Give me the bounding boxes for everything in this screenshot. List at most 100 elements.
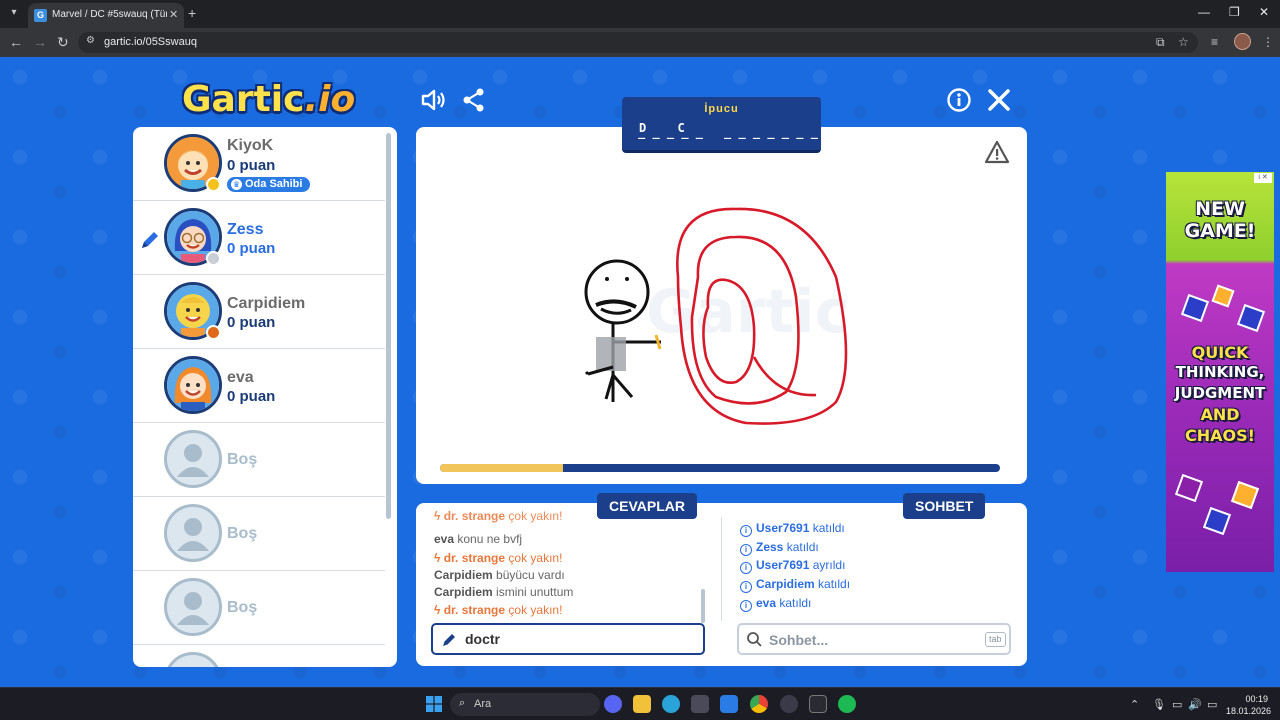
tab-close-icon[interactable]: ✕ xyxy=(169,8,178,21)
info-icon: i xyxy=(740,544,752,556)
empty-slot-label: Boş xyxy=(227,451,258,468)
forward-icon[interactable]: → xyxy=(33,34,47,50)
status-dot xyxy=(206,325,221,340)
ad-banner[interactable]: NEW GAME! QUICK THINKING, JUDGMENT AND C… xyxy=(1166,172,1274,572)
pencil-icon xyxy=(443,634,455,646)
discord-icon[interactable] xyxy=(604,695,622,713)
drawing-pencil-icon xyxy=(142,232,158,248)
player-name: KiyoK xyxy=(227,137,274,154)
player-name: Zess xyxy=(227,221,264,238)
store-icon[interactable] xyxy=(691,695,709,713)
browser-tab-bar: ▾ G Marvel / DC #5swauq (Türk ✕ + — ❐ ✕ xyxy=(0,0,1280,28)
tray-overflow-icon[interactable]: ⌃ xyxy=(1130,698,1139,711)
volume-icon[interactable]: 🔊 xyxy=(1188,698,1202,711)
reading-list-icon[interactable]: ≡ xyxy=(1211,35,1218,49)
empty-slot: Boş xyxy=(133,571,385,645)
answer-message: ϟ dr. strange çok yakın! xyxy=(434,551,563,565)
minimize-icon[interactable]: — xyxy=(1198,5,1210,19)
mail-icon[interactable] xyxy=(720,695,738,713)
bolt-icon: ϟ xyxy=(434,509,441,523)
tab-answers[interactable]: CEVAPLAR xyxy=(597,493,697,519)
epic-games-icon[interactable] xyxy=(809,695,827,713)
file-explorer-icon[interactable] xyxy=(633,695,651,713)
answer-message: Carpidiem ismini unuttum xyxy=(434,585,574,599)
chat-message: i User7691 katıldı xyxy=(740,521,845,537)
browser-toolbar: ← → ↻ ⚙ gartic.io/05Sswauq ⧉ ☆ ≡ ⋮ xyxy=(0,28,1280,57)
player-name: Carpidiem xyxy=(227,295,306,312)
round-timer-fill xyxy=(440,464,564,472)
answers-scrollbar[interactable] xyxy=(701,589,705,623)
report-warning-icon[interactable] xyxy=(984,140,1010,164)
answer-input[interactable] xyxy=(465,629,695,649)
url-text: gartic.io/05Sswauq xyxy=(104,36,197,48)
microphone-icon[interactable]: 🎙 xyxy=(1152,698,1166,711)
empty-slot: Boş xyxy=(133,497,385,571)
empty-avatar-icon xyxy=(164,578,222,636)
chat-input[interactable] xyxy=(769,630,969,650)
search-icon xyxy=(747,632,762,647)
players-scrollbar[interactable] xyxy=(386,133,391,519)
chat-message: i Zess katıldı xyxy=(740,540,819,556)
answer-field[interactable] xyxy=(431,623,705,655)
empty-avatar-icon xyxy=(164,430,222,488)
battery-icon[interactable]: ▭ xyxy=(1207,698,1217,711)
back-icon[interactable]: ← xyxy=(9,34,23,50)
windows-start-icon[interactable] xyxy=(426,696,442,712)
edge-icon[interactable] xyxy=(662,695,680,713)
new-tab-icon[interactable]: + xyxy=(188,5,196,21)
address-bar[interactable]: ⚙ gartic.io/05Sswauq xyxy=(78,32,1198,53)
hint-label: İpucu xyxy=(704,103,739,115)
player-score: 0 puan xyxy=(227,388,276,405)
player-score: 0 puan xyxy=(227,240,276,257)
bolt-icon: ϟ xyxy=(434,603,441,617)
install-app-icon[interactable]: ⧉ xyxy=(1156,35,1165,50)
chat-area: ϟ dr. strange çok yakın! eva konu ne bvf… xyxy=(416,503,1027,666)
chat-divider xyxy=(721,517,722,621)
player-score: 0 puan xyxy=(227,157,276,174)
tab-list-icon[interactable]: ▾ xyxy=(6,5,22,21)
answer-message: Carpidiem büyücu vardı xyxy=(434,568,565,582)
round-timer-bar xyxy=(440,464,1000,472)
window-close-icon[interactable]: ✕ xyxy=(1259,5,1269,19)
chrome-icon[interactable] xyxy=(750,695,768,713)
empty-slot: Boş xyxy=(133,423,385,497)
bookmark-star-icon[interactable]: ☆ xyxy=(1178,35,1189,49)
crown-icon: ♛ xyxy=(231,179,242,190)
empty-avatar-icon xyxy=(164,504,222,562)
info-icon: i xyxy=(740,581,752,593)
player-score: 0 puan xyxy=(227,314,276,331)
browser-tab[interactable]: G Marvel / DC #5swauq (Türk ✕ xyxy=(28,3,184,28)
spotify-icon[interactable] xyxy=(838,695,856,713)
status-dot xyxy=(206,251,221,266)
reload-icon[interactable]: ↻ xyxy=(57,34,69,51)
info-icon: i xyxy=(740,562,752,574)
ad-choices-icon[interactable]: i ✕ xyxy=(1254,173,1272,183)
share-icon[interactable] xyxy=(460,86,488,114)
drawing: Gartic xyxy=(584,207,850,425)
taskbar-clock[interactable]: 00:19 18.01.2026 xyxy=(1226,693,1271,717)
tab-title: Marvel / DC #5swauq (Türk xyxy=(52,9,167,20)
menu-icon[interactable]: ⋮ xyxy=(1262,35,1274,49)
steam-icon[interactable] xyxy=(780,695,798,713)
chat-message: i eva katıldı xyxy=(740,596,811,612)
profile-avatar[interactable] xyxy=(1234,33,1251,50)
sound-icon[interactable] xyxy=(419,86,447,114)
tab-chat[interactable]: SOHBET xyxy=(903,493,986,519)
status-dot xyxy=(206,177,221,192)
chat-message: i User7691 ayrıldı xyxy=(740,558,845,574)
info-icon: i xyxy=(740,525,752,537)
restore-icon[interactable]: ❐ xyxy=(1229,5,1240,19)
site-info-icon[interactable]: ⚙ xyxy=(86,35,95,46)
svg-text:Gartic: Gartic xyxy=(646,277,850,347)
player-row: Zess 0 puan xyxy=(133,201,385,275)
exit-room-icon[interactable] xyxy=(985,86,1013,114)
player-row: eva 0 puan xyxy=(133,349,385,423)
search-icon: ⌕ xyxy=(459,697,466,709)
info-icon[interactable] xyxy=(945,86,973,114)
taskbar-search[interactable]: ⌕ Ara xyxy=(450,693,600,716)
tab-key-hint: tab xyxy=(985,632,1006,647)
chat-field[interactable]: tab xyxy=(737,623,1011,655)
network-icon[interactable]: ▭ xyxy=(1172,698,1182,711)
game-page: Gartic.io KiyoK 0 puan ♛ Oda Sahibi Zess… xyxy=(0,57,1280,687)
answer-message: eva konu ne bvfj xyxy=(434,532,523,546)
